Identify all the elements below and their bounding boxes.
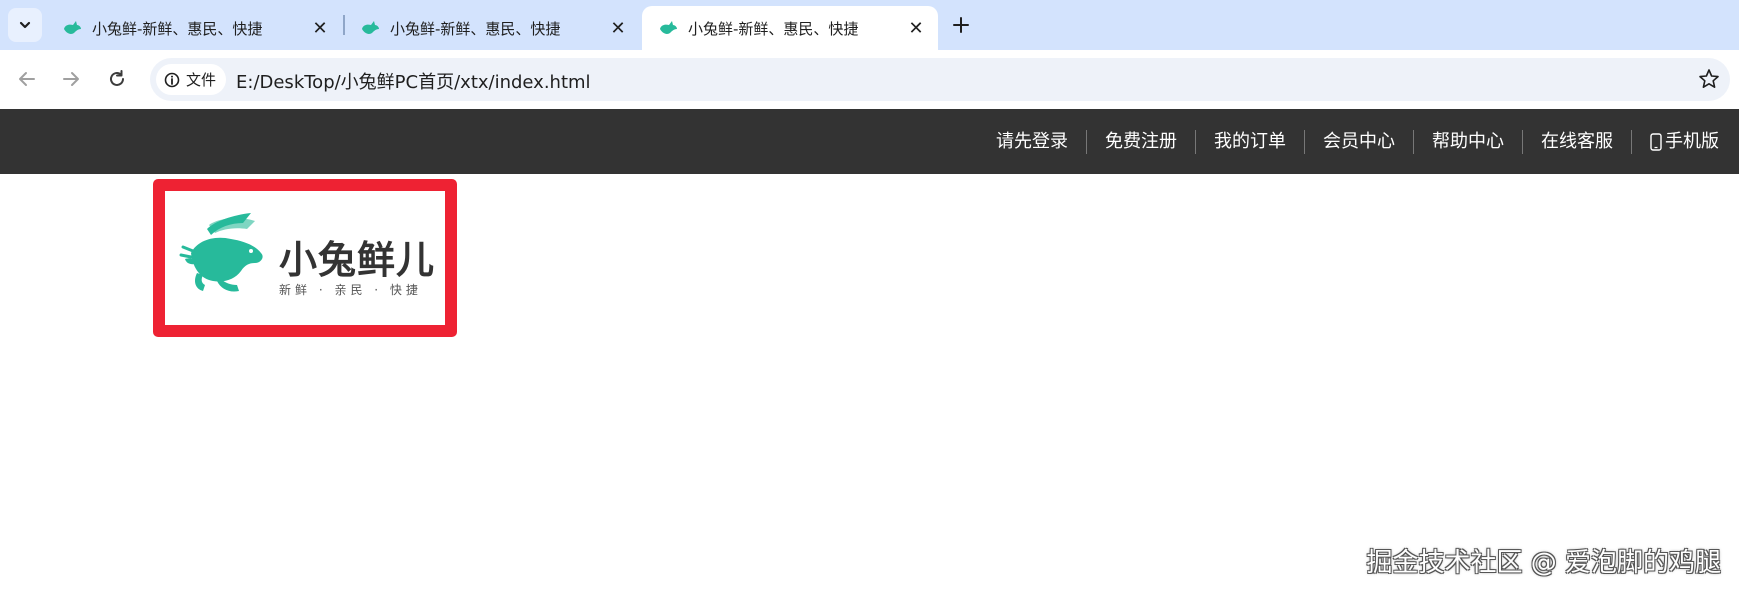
rabbit-favicon-icon	[64, 21, 81, 34]
tab-title: 小兔鲜-新鲜、惠民、快捷	[92, 19, 263, 38]
reload-button[interactable]	[102, 64, 132, 94]
browser-tab-2[interactable]: 小兔鲜-新鲜、惠民、快捷 ✕	[344, 6, 640, 50]
security-label: 文件	[186, 71, 217, 89]
watermark-text: 掘金技术社区 @ 爱泡脚的鸡腿	[1366, 548, 1721, 578]
reload-icon	[110, 70, 124, 86]
rabbit-favicon-icon	[362, 21, 379, 34]
mobile-version-label: 手机版	[1665, 130, 1719, 152]
phone-icon	[1650, 132, 1662, 151]
info-icon	[164, 72, 180, 87]
logo-tagline: 新鲜 · 亲民 · 快捷	[279, 283, 422, 297]
tab-close-icon[interactable]: ✕	[608, 18, 628, 39]
arrow-right-icon	[63, 72, 79, 86]
rabbit-logo-icon	[179, 213, 263, 292]
star-bookmark-icon[interactable]	[1698, 68, 1720, 90]
logo-brand-name: 小兔鲜儿	[279, 238, 436, 282]
tab-close-icon[interactable]: ✕	[906, 18, 926, 39]
online-service-link[interactable]: 在线客服	[1522, 129, 1631, 154]
forward-button[interactable]	[56, 64, 86, 94]
browser-tab-3-active[interactable]: 小兔鲜-新鲜、惠民、快捷 ✕	[642, 6, 938, 50]
tab-title: 小兔鲜-新鲜、惠民、快捷	[390, 19, 561, 38]
url-text[interactable]: E:/DeskTop/小兔鲜PC首页/xtx/index.html	[236, 68, 591, 94]
mobile-version-link[interactable]: 手机版	[1631, 129, 1719, 154]
logo-link[interactable]: 小兔鲜儿 新鲜 · 亲民 · 快捷	[153, 179, 457, 337]
new-tab-button[interactable]	[946, 10, 976, 40]
chevron-down-icon	[19, 21, 31, 29]
browser-toolbar: 文件 E:/DeskTop/小兔鲜PC首页/xtx/index.html	[0, 50, 1739, 109]
plus-icon	[953, 17, 969, 33]
tab-title: 小兔鲜-新鲜、惠民、快捷	[688, 19, 859, 38]
member-center-link[interactable]: 会员中心	[1304, 129, 1413, 154]
rabbit-favicon-icon	[660, 21, 677, 34]
help-center-link[interactable]: 帮助中心	[1413, 129, 1522, 154]
shortcut-bar: 请先登录 免费注册 我的订单 会员中心 帮助中心 在线客服 手机版	[0, 109, 1739, 174]
browser-tab-1[interactable]: 小兔鲜-新鲜、惠民、快捷 ✕	[46, 6, 342, 50]
tab-close-icon[interactable]: ✕	[310, 18, 330, 39]
address-bar[interactable]: 文件 E:/DeskTop/小兔鲜PC首页/xtx/index.html	[150, 58, 1730, 101]
site-info-chip[interactable]: 文件	[156, 64, 226, 95]
arrow-left-icon	[19, 72, 35, 86]
tab-search-button[interactable]	[8, 8, 42, 42]
my-orders-link[interactable]: 我的订单	[1195, 129, 1304, 154]
login-link[interactable]: 请先登录	[978, 130, 1086, 154]
tab-strip: 小兔鲜-新鲜、惠民、快捷 ✕ 小兔鲜-新鲜、惠民、快捷 ✕ 小兔鲜-新鲜、惠民、…	[0, 0, 1739, 50]
register-link[interactable]: 免费注册	[1086, 129, 1195, 154]
shortcut-links: 请先登录 免费注册 我的订单 会员中心 帮助中心 在线客服 手机版	[978, 109, 1719, 174]
back-button[interactable]	[12, 64, 42, 94]
logo: 小兔鲜儿 新鲜 · 亲民 · 快捷	[165, 191, 445, 325]
